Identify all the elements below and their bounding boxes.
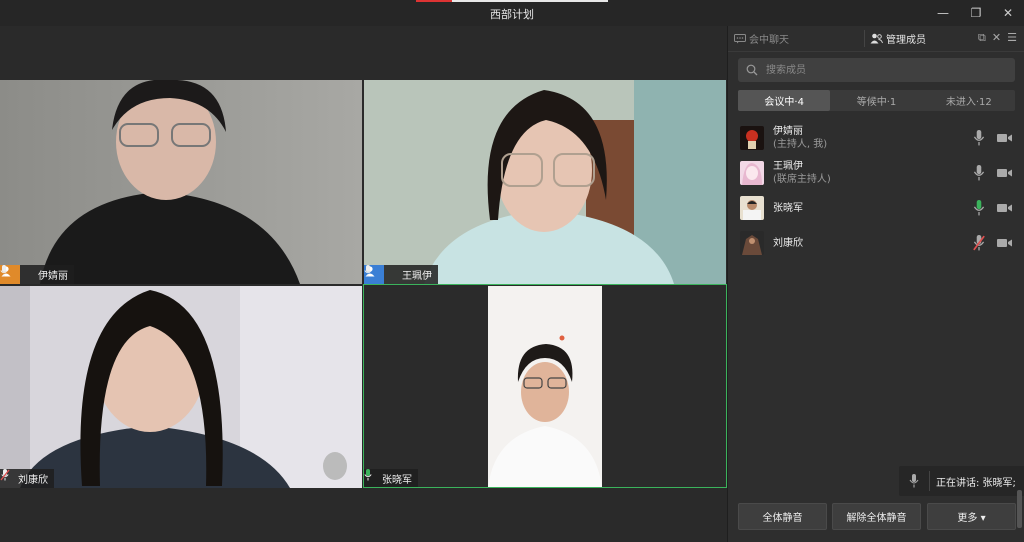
close-icon[interactable]: ✕	[997, 4, 1019, 22]
speaking-indicator: 正在讲话: 张晓军;	[899, 466, 1024, 496]
minimize-icon[interactable]: —	[932, 4, 954, 22]
member-panel: 会中聊天 管理成员 ⧉ ✕ ☰ 会议中·4 等候中·1 未进入·12 伊婧丽 (…	[727, 26, 1024, 542]
title-accent-light	[452, 0, 608, 2]
participant-name: 王珮伊	[402, 271, 432, 282]
window-title: 西部计划	[490, 8, 534, 21]
member-info: 王珮伊 (联席主持人)	[773, 160, 831, 186]
mic-muted-icon[interactable]	[973, 235, 985, 251]
mic-speaking-icon	[364, 469, 379, 488]
name-bar: 伊婧丽	[0, 265, 74, 284]
mic-speaking-icon[interactable]	[973, 200, 985, 216]
avatar	[740, 161, 764, 185]
member-role: (联席主持人)	[773, 174, 831, 185]
participant-name: 伊婧丽	[38, 271, 68, 282]
divider	[929, 471, 930, 491]
mic-muted-icon	[0, 469, 15, 488]
segment-waiting[interactable]: 等候中·1	[830, 90, 922, 111]
title-bar: 西部计划 — ❐ ✕	[0, 0, 1024, 26]
member-info: 刘康欣	[773, 237, 803, 250]
mic-icon	[0, 265, 35, 284]
member-name: 伊婧丽	[773, 126, 803, 137]
video-camera-icon[interactable]	[997, 202, 1013, 214]
tab-chat[interactable]: 会中聊天	[734, 26, 789, 51]
member-info: 伊婧丽 (主持人, 我)	[773, 125, 827, 151]
restore-icon[interactable]: ❐	[965, 4, 987, 22]
mute-all-button[interactable]: 全体静音	[738, 503, 827, 530]
member-role: (主持人, 我)	[773, 139, 828, 150]
video-feed	[364, 80, 726, 284]
tab-divider	[864, 30, 865, 47]
member-row[interactable]: 王珮伊 (联席主持人)	[740, 157, 1015, 189]
participant-name: 张晓军	[382, 475, 412, 486]
popout-icon[interactable]: ⧉	[978, 31, 986, 45]
panel-header-icons: ⧉ ✕ ☰	[978, 31, 1017, 45]
tab-chat-label: 会中聊天	[749, 35, 789, 46]
avatar	[740, 126, 764, 150]
speaking-label: 正在讲话: 张晓军;	[936, 477, 1016, 489]
avatar	[740, 196, 764, 220]
video-camera-icon[interactable]	[997, 132, 1013, 144]
member-filter-segments: 会议中·4 等候中·1 未进入·12	[738, 90, 1015, 111]
member-name: 王珮伊	[773, 161, 803, 172]
video-feed	[0, 80, 362, 284]
video-tile-host[interactable]: 伊婧丽	[0, 80, 362, 284]
member-name: 刘康欣	[773, 237, 803, 249]
name-bar: 王珮伊	[364, 265, 438, 284]
name-bar: 张晓军	[364, 469, 418, 488]
search-icon	[746, 64, 758, 76]
video-tile-cohost[interactable]: 王珮伊	[364, 80, 726, 284]
more-button[interactable]: 更多 ▾	[927, 503, 1016, 530]
member-search[interactable]	[738, 58, 1015, 82]
mic-icon	[364, 265, 399, 284]
segment-in-meeting[interactable]: 会议中·4	[738, 90, 831, 111]
avatar	[740, 231, 764, 255]
scrollbar[interactable]	[1017, 490, 1022, 528]
video-tile-participant[interactable]: 刘康欣	[0, 286, 362, 488]
participant-name: 刘康欣	[18, 475, 48, 486]
member-name: 张晓军	[773, 202, 803, 214]
mic-icon[interactable]	[973, 165, 985, 181]
unmute-all-button[interactable]: 解除全体静音	[832, 503, 921, 530]
close-icon[interactable]: ✕	[992, 31, 1001, 45]
search-input[interactable]	[764, 63, 1008, 77]
member-info: 张晓军	[773, 202, 803, 215]
members-icon	[870, 33, 883, 44]
panel-tabs: 会中聊天 管理成员 ⧉ ✕ ☰	[728, 26, 1024, 52]
member-row[interactable]: 刘康欣	[740, 227, 1015, 259]
video-camera-icon[interactable]	[997, 237, 1013, 249]
title-accent	[416, 0, 452, 2]
mic-icon[interactable]	[973, 130, 985, 146]
mic-icon	[909, 474, 919, 488]
chat-icon	[734, 33, 746, 43]
member-row[interactable]: 伊婧丽 (主持人, 我)	[740, 122, 1015, 154]
tab-members[interactable]: 管理成员	[870, 26, 926, 51]
name-bar: 刘康欣	[0, 469, 54, 488]
menu-icon[interactable]: ☰	[1007, 31, 1017, 45]
video-feed	[0, 286, 362, 488]
tab-members-label: 管理成员	[886, 35, 926, 46]
video-tile-speaker[interactable]: 张晓军	[364, 286, 726, 488]
member-row[interactable]: 张晓军	[740, 192, 1015, 224]
video-feed	[364, 286, 726, 488]
video-camera-icon[interactable]	[997, 167, 1013, 179]
segment-not-joined[interactable]: 未进入·12	[923, 90, 1015, 111]
